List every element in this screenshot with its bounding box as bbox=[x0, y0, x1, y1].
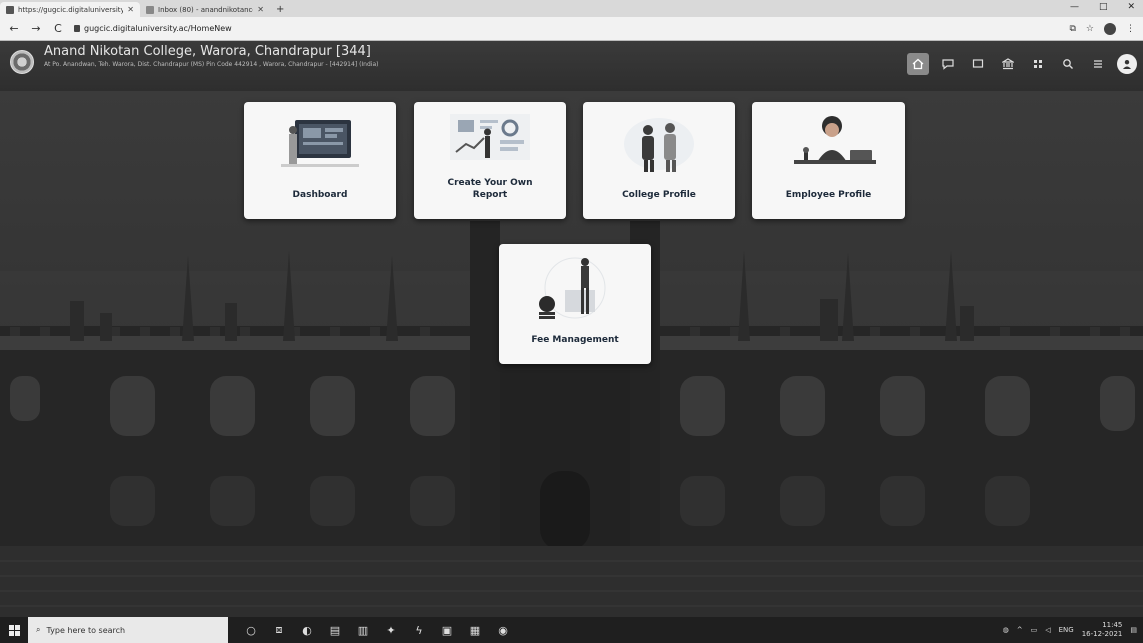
url-text: gugcic.digitaluniversity.ac/HomeNew bbox=[84, 24, 232, 33]
volume-icon[interactable]: ◁ bbox=[1045, 626, 1050, 634]
tile-label: Create Your Own Report bbox=[447, 178, 533, 200]
fee-management-tile[interactable]: Fee Management bbox=[499, 244, 651, 364]
mail-icon[interactable]: ▤ bbox=[328, 623, 342, 637]
search-icon: ⌕ bbox=[36, 625, 41, 634]
create-report-tile[interactable]: Create Your Own Report bbox=[414, 102, 566, 219]
clock-date: 16-12-2021 bbox=[1081, 630, 1123, 638]
fee-management-illustration bbox=[525, 254, 625, 328]
home-icon[interactable] bbox=[907, 53, 929, 75]
new-tab-button[interactable]: + bbox=[270, 2, 290, 17]
menu-icon[interactable] bbox=[1087, 53, 1109, 75]
grid-icon[interactable] bbox=[1027, 53, 1049, 75]
college-name: Anand Nikotan College, Warora, Chandrapu… bbox=[44, 44, 371, 59]
tile-label: College Profile bbox=[622, 190, 696, 200]
store-icon[interactable]: ▥ bbox=[356, 623, 370, 637]
language-indicator[interactable]: ENG bbox=[1059, 626, 1074, 634]
edge-icon[interactable]: ◐ bbox=[300, 623, 314, 637]
college-logo bbox=[10, 50, 34, 74]
taskbar-search[interactable]: ⌕ Type here to search bbox=[28, 617, 228, 643]
address-bar-actions: ⧉ ☆ ⋮ bbox=[1069, 22, 1135, 35]
close-tab-icon[interactable]: ✕ bbox=[127, 5, 134, 14]
photos-icon[interactable]: ▣ bbox=[440, 623, 454, 637]
bank-icon[interactable] bbox=[997, 53, 1019, 75]
window-controls: — □ ✕ bbox=[1070, 2, 1135, 12]
close-tab-icon[interactable]: ✕ bbox=[257, 5, 264, 14]
app-icon[interactable]: ϟ bbox=[412, 623, 426, 637]
chat-icon[interactable] bbox=[937, 53, 959, 75]
clock[interactable]: 11:45 16-12-2021 bbox=[1082, 621, 1123, 639]
forward-button[interactable]: → bbox=[30, 22, 42, 35]
tray-chevron-icon[interactable]: ^ bbox=[1017, 626, 1023, 634]
reload-button[interactable]: C bbox=[52, 22, 64, 35]
dashboard-illustration bbox=[275, 114, 365, 178]
tile-label: Employee Profile bbox=[785, 190, 872, 200]
college-info: Anand Nikotan College, Warora, Chandrapu… bbox=[44, 44, 378, 68]
gmail-icon bbox=[146, 5, 154, 14]
search-icon[interactable] bbox=[1057, 53, 1079, 75]
help-icon[interactable]: ◍ bbox=[1003, 626, 1009, 634]
taskbar-apps: ○ ⧈ ◐ ▤ ▥ ✦ ϟ ▣ ▦ ◉ bbox=[244, 623, 510, 637]
browser-tab-inbox[interactable]: Inbox (80) - anandnikotancollege ✕ bbox=[140, 2, 270, 17]
close-window-button[interactable]: ✕ bbox=[1127, 2, 1135, 12]
minimize-button[interactable]: — bbox=[1070, 2, 1079, 12]
college-profile-illustration bbox=[614, 114, 704, 180]
tab-title: Inbox (80) - anandnikotancollege bbox=[158, 5, 253, 14]
browser-tab-bar: https://gugcic.digitaluniversity.ac ✕ In… bbox=[0, 0, 1143, 17]
maximize-button[interactable]: □ bbox=[1099, 2, 1108, 12]
employee-profile-illustration bbox=[774, 112, 884, 176]
employee-profile-tile[interactable]: Employee Profile bbox=[752, 102, 905, 219]
app-header: Anand Nikotan College, Warora, Chandrapu… bbox=[0, 41, 1143, 91]
system-tray: ◍ ^ ▭ ◁ ENG 11:45 16-12-2021 ▤ bbox=[1003, 617, 1137, 643]
network-icon[interactable]: ▭ bbox=[1031, 626, 1038, 634]
message-icon[interactable] bbox=[967, 53, 989, 75]
dropbox-icon[interactable]: ✦ bbox=[384, 623, 398, 637]
clock-time: 11:45 bbox=[1102, 621, 1123, 629]
url-field[interactable]: gugcic.digitaluniversity.ac/HomeNew bbox=[74, 24, 1059, 33]
user-icon[interactable] bbox=[1117, 54, 1137, 74]
tab-title: https://gugcic.digitaluniversity.ac bbox=[18, 5, 124, 14]
college-profile-tile[interactable]: College Profile bbox=[583, 102, 735, 219]
college-address: At Po. Anandwan, Teh. Warora, Dist. Chan… bbox=[44, 61, 379, 68]
cortana-icon[interactable]: ○ bbox=[244, 623, 258, 637]
header-icon-bar bbox=[907, 53, 1137, 75]
report-illustration bbox=[440, 110, 540, 172]
tile-label: Fee Management bbox=[531, 335, 619, 345]
taskbar-search-placeholder: Type here to search bbox=[46, 625, 126, 635]
bookmark-star-icon[interactable]: ☆ bbox=[1086, 24, 1094, 34]
windows-start-icon[interactable] bbox=[0, 617, 28, 643]
task-view-icon[interactable]: ⧈ bbox=[272, 623, 286, 637]
extensions-icon[interactable]: ⧉ bbox=[1069, 24, 1075, 34]
lock-icon bbox=[74, 25, 80, 32]
chrome-icon[interactable]: ◉ bbox=[496, 623, 510, 637]
browser-menu-icon[interactable]: ⋮ bbox=[1126, 24, 1135, 34]
favicon-icon bbox=[6, 5, 14, 14]
profile-icon[interactable] bbox=[1104, 22, 1116, 35]
explorer-icon[interactable]: ▦ bbox=[468, 623, 482, 637]
browser-tab-active[interactable]: https://gugcic.digitaluniversity.ac ✕ bbox=[0, 2, 140, 17]
dashboard-tile[interactable]: Dashboard bbox=[244, 102, 396, 219]
os-taskbar: ⌕ Type here to search ○ ⧈ ◐ ▤ ▥ ✦ ϟ ▣ ▦ … bbox=[0, 617, 1143, 643]
back-button[interactable]: ← bbox=[8, 22, 20, 35]
tile-label: Dashboard bbox=[292, 190, 348, 200]
browser-address-bar: ← → C gugcic.digitaluniversity.ac/HomeNe… bbox=[0, 17, 1143, 41]
notifications-icon[interactable]: ▤ bbox=[1130, 626, 1137, 634]
app-root: https://gugcic.digitaluniversity.ac ✕ In… bbox=[0, 0, 1143, 643]
